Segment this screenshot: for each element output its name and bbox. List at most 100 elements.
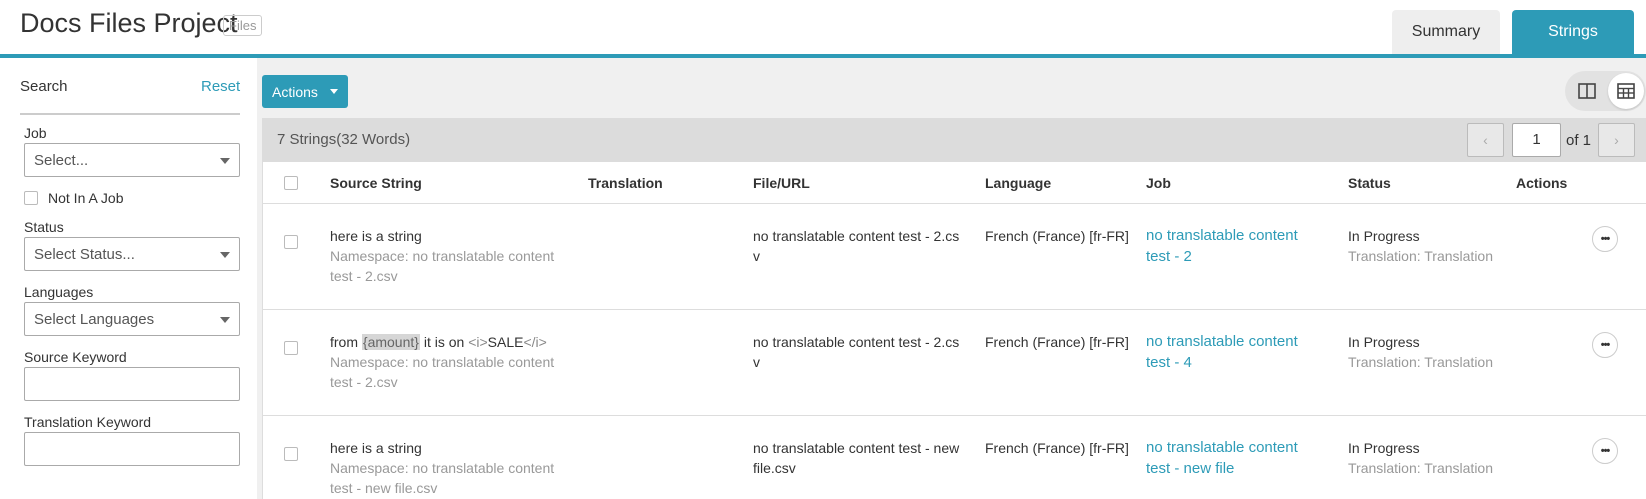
namespace-text: Namespace: no translatable content	[330, 248, 555, 264]
status-select[interactable]: Select Status...	[24, 237, 240, 271]
filter-sidebar: Search Reset Job Select... Not In A Job …	[0, 58, 257, 499]
column-status[interactable]: Status	[1348, 175, 1391, 191]
translation-keyword-input[interactable]	[24, 432, 240, 466]
chevron-down-icon	[220, 252, 230, 258]
page-title: Docs Files Project	[20, 8, 238, 38]
row-checkbox[interactable]	[284, 235, 298, 249]
page-number-input[interactable]: 1	[1512, 123, 1561, 157]
table-view-icon	[1617, 83, 1635, 99]
languages-select-placeholder: Select Languages	[34, 311, 155, 328]
results-toolbar: 7 Strings(32 Words) ‹ 1 of 1 ›	[262, 118, 1646, 162]
status-text: In Progress	[1348, 440, 1420, 456]
namespace-text: Namespace: no translatable content	[330, 354, 555, 370]
languages-select[interactable]: Select Languages	[24, 302, 240, 336]
sidebar-divider	[20, 113, 240, 115]
language-cell: French (France) [fr-FR]	[985, 334, 1129, 350]
status-text: In Progress	[1348, 228, 1420, 244]
file-url-text-cont: file.csv	[753, 460, 796, 476]
source-string-text: here is a string	[330, 440, 422, 456]
strings-panel: Actions 7 Strings(32 Words) ‹ 1 of 1 › S…	[257, 58, 1646, 499]
table-row[interactable]: here is a string Namespace: no translata…	[263, 204, 1646, 310]
chevron-down-icon	[220, 158, 230, 164]
status-label: Status	[24, 219, 64, 235]
file-url-text: no translatable content test - new	[753, 440, 960, 456]
row-actions-button[interactable]: •••	[1592, 438, 1618, 464]
column-language[interactable]: Language	[985, 175, 1051, 191]
column-source-string[interactable]: Source String	[330, 175, 422, 191]
file-url-text: no translatable content test - 2.cs	[753, 228, 960, 244]
status-cell: In Progress Translation: Translation	[1348, 438, 1493, 478]
string-count: 7 Strings(32 Words)	[277, 131, 411, 148]
status-cell: In Progress Translation: Translation	[1348, 332, 1493, 372]
job-link-cont[interactable]: test - new file	[1146, 458, 1336, 479]
column-translation[interactable]: Translation	[588, 175, 663, 191]
source-string-cell: here is a string Namespace: no translata…	[330, 438, 570, 498]
html-tag-open: <i>	[468, 334, 488, 350]
not-in-job-checkbox[interactable]	[24, 191, 38, 205]
search-heading: Search	[20, 78, 68, 95]
namespace-text-cont: test - 2.csv	[330, 268, 398, 284]
table-row[interactable]: from {amount} it is on <i>SALE</i> Names…	[263, 310, 1646, 416]
source-string-text: here is a string	[330, 228, 422, 244]
source-keyword-label: Source Keyword	[24, 349, 127, 365]
view-toggle	[1565, 71, 1646, 111]
page-header: Docs Files Project Files Summary Strings	[0, 0, 1646, 54]
status-select-placeholder: Select Status...	[34, 246, 135, 263]
job-link[interactable]: no translatable content	[1146, 225, 1336, 246]
chevron-right-icon: ›	[1614, 132, 1619, 148]
table-row[interactable]: here is a string Namespace: no translata…	[263, 416, 1646, 499]
html-tag-close: </i>	[523, 334, 547, 350]
job-link-cont[interactable]: test - 2	[1146, 246, 1336, 267]
namespace-text-cont: test - new file.csv	[330, 480, 438, 496]
column-job[interactable]: Job	[1146, 175, 1171, 191]
file-url-text: no translatable content test - 2.cs	[753, 334, 960, 350]
file-url-cell: no translatable content test - 2.cs v	[753, 332, 973, 372]
namespace-text-cont: test - 2.csv	[330, 374, 398, 390]
not-in-job-row: Not In A Job	[24, 190, 124, 206]
split-view-button[interactable]	[1569, 73, 1605, 109]
namespace-text: Namespace: no translatable content	[330, 460, 555, 476]
status-subtext: Translation: Translation	[1348, 460, 1493, 476]
file-url-cell: no translatable content test - 2.cs v	[753, 226, 973, 266]
caret-down-icon	[330, 89, 338, 94]
translation-keyword-label: Translation Keyword	[24, 414, 152, 430]
status-subtext: Translation: Translation	[1348, 354, 1493, 370]
file-url-text-cont: v	[753, 248, 760, 264]
more-horizontal-icon: •••	[1600, 233, 1611, 245]
prev-page-button[interactable]: ‹	[1467, 123, 1504, 157]
next-page-button[interactable]: ›	[1598, 123, 1635, 157]
job-cell[interactable]: no translatable content test - 4	[1146, 331, 1336, 373]
select-all-checkbox[interactable]	[284, 176, 298, 190]
language-cell: French (France) [fr-FR]	[985, 228, 1129, 244]
files-badge: Files	[223, 15, 263, 36]
table-view-button[interactable]	[1608, 73, 1644, 109]
strings-table: Source String Translation File/URL Langu…	[262, 162, 1646, 499]
row-checkbox[interactable]	[284, 341, 298, 355]
job-label: Job	[24, 125, 47, 141]
tab-strings[interactable]: Strings	[1512, 10, 1634, 54]
actions-dropdown-button[interactable]: Actions	[262, 75, 348, 108]
more-horizontal-icon: •••	[1600, 339, 1611, 351]
html-tag-text: SALE	[487, 334, 524, 350]
job-link[interactable]: no translatable content	[1146, 331, 1336, 352]
row-actions-button[interactable]: •••	[1592, 226, 1618, 252]
actions-button-label: Actions	[272, 83, 318, 100]
reset-link[interactable]: Reset	[201, 78, 240, 95]
job-select[interactable]: Select...	[24, 143, 240, 177]
column-actions: Actions	[1516, 175, 1568, 191]
job-link-cont[interactable]: test - 4	[1146, 352, 1336, 373]
column-file-url[interactable]: File/URL	[753, 175, 810, 191]
source-keyword-input[interactable]	[24, 367, 240, 401]
row-checkbox[interactable]	[284, 447, 298, 461]
tab-summary[interactable]: Summary	[1392, 10, 1500, 54]
file-url-cell: no translatable content test - new file.…	[753, 438, 973, 478]
status-text: In Progress	[1348, 334, 1420, 350]
job-select-placeholder: Select...	[34, 152, 89, 169]
page-total: of 1	[1566, 132, 1592, 149]
job-cell[interactable]: no translatable content test - 2	[1146, 225, 1336, 267]
not-in-job-label: Not In A Job	[48, 190, 124, 206]
row-actions-button[interactable]: •••	[1592, 332, 1618, 358]
source-string-cell: here is a string Namespace: no translata…	[330, 226, 570, 286]
job-cell[interactable]: no translatable content test - new file	[1146, 437, 1336, 479]
job-link[interactable]: no translatable content	[1146, 437, 1336, 458]
